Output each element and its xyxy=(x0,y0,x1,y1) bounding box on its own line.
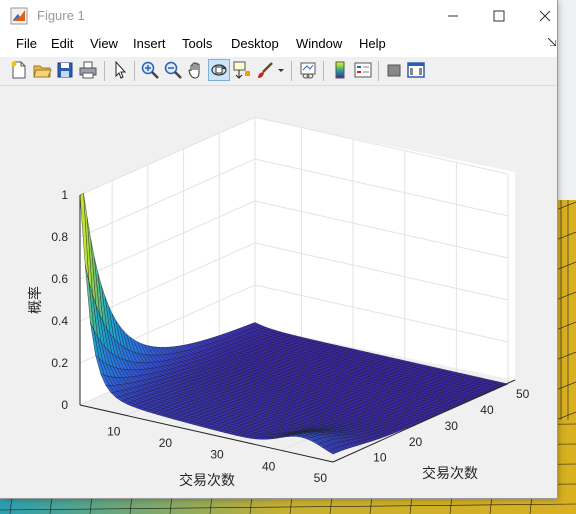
show-plot-tools-icon[interactable] xyxy=(406,60,426,80)
hide-plot-tools-icon[interactable] xyxy=(384,60,404,80)
y-tick-label: 10 xyxy=(373,451,387,465)
z-axis-label: 概率 xyxy=(27,286,43,314)
legend-icon[interactable] xyxy=(353,60,373,80)
minimize-icon xyxy=(448,15,458,16)
close-icon xyxy=(539,10,551,21)
figure-toolbar xyxy=(0,57,557,86)
x-tick-label: 10 xyxy=(107,424,121,438)
new-figure-icon[interactable] xyxy=(9,60,29,80)
brush-icon[interactable] xyxy=(255,60,275,80)
menu-help[interactable]: Help xyxy=(359,36,386,51)
window-title: Figure 1 xyxy=(37,8,85,23)
y-tick-label: 30 xyxy=(445,419,459,433)
x-tick-label: 40 xyxy=(262,459,276,473)
x-tick-label: 20 xyxy=(159,436,173,450)
minimize-button[interactable] xyxy=(430,0,476,31)
figure-window: Figure 1 File Edit View Insert Tools Des… xyxy=(0,0,557,498)
menu-insert[interactable]: Insert xyxy=(133,36,166,51)
x-tick-label: 50 xyxy=(314,471,328,485)
x-axis-label: 交易次数 xyxy=(179,472,235,488)
z-tick-label: 0.4 xyxy=(51,314,68,328)
toolbar-separator xyxy=(378,61,379,81)
y-axis-label: 交易次数 xyxy=(422,465,478,481)
z-tick-label: 0 xyxy=(61,398,68,412)
title-bar[interactable]: Figure 1 xyxy=(0,0,557,31)
menu-edit[interactable]: Edit xyxy=(51,36,73,51)
link-plot-icon[interactable] xyxy=(298,60,318,80)
toolbar-separator xyxy=(104,61,105,81)
pointer-icon[interactable] xyxy=(110,60,130,80)
menu-window[interactable]: Window xyxy=(296,36,342,51)
colorbar-icon[interactable] xyxy=(330,60,350,80)
close-button[interactable] xyxy=(522,0,568,31)
print-icon[interactable] xyxy=(78,60,98,80)
rotate-3d-icon[interactable] xyxy=(208,59,230,81)
z-tick-label: 0.6 xyxy=(51,272,68,286)
menu-view[interactable]: View xyxy=(90,36,118,51)
maximize-button[interactable] xyxy=(476,0,522,31)
pan-icon[interactable] xyxy=(186,60,206,80)
zoom-in-icon[interactable] xyxy=(140,60,160,80)
toolbar-separator xyxy=(323,61,324,81)
data-cursor-icon[interactable] xyxy=(232,60,252,80)
x-tick-label: 30 xyxy=(210,448,224,462)
matlab-logo-icon xyxy=(10,7,28,25)
y-tick-label: 20 xyxy=(409,435,423,449)
menu-dock-arrow-icon[interactable] xyxy=(548,38,556,46)
brush-dropdown-icon[interactable] xyxy=(276,60,286,80)
open-file-icon[interactable] xyxy=(32,60,52,80)
plot-area[interactable]: 0 0.2 0.4 0.6 0.8 1 10 20 30 40 50 10 20 30 40 50 概率 交易… xyxy=(0,86,557,498)
maximize-icon xyxy=(493,10,505,21)
menu-bar: File Edit View Insert Tools Desktop Wind… xyxy=(0,31,557,57)
menu-tools[interactable]: Tools xyxy=(182,36,212,51)
toolbar-separator xyxy=(291,61,292,81)
z-tick-label: 0.2 xyxy=(51,356,68,370)
menu-file[interactable]: File xyxy=(16,36,37,51)
z-tick-label: 1 xyxy=(61,188,68,202)
menu-desktop[interactable]: Desktop xyxy=(231,36,279,51)
zoom-out-icon[interactable] xyxy=(163,60,183,80)
save-icon[interactable] xyxy=(55,60,75,80)
toolbar-separator xyxy=(134,61,135,81)
z-tick-label: 0.8 xyxy=(51,230,68,244)
y-tick-label: 40 xyxy=(480,403,494,417)
y-tick-label: 50 xyxy=(516,387,530,401)
